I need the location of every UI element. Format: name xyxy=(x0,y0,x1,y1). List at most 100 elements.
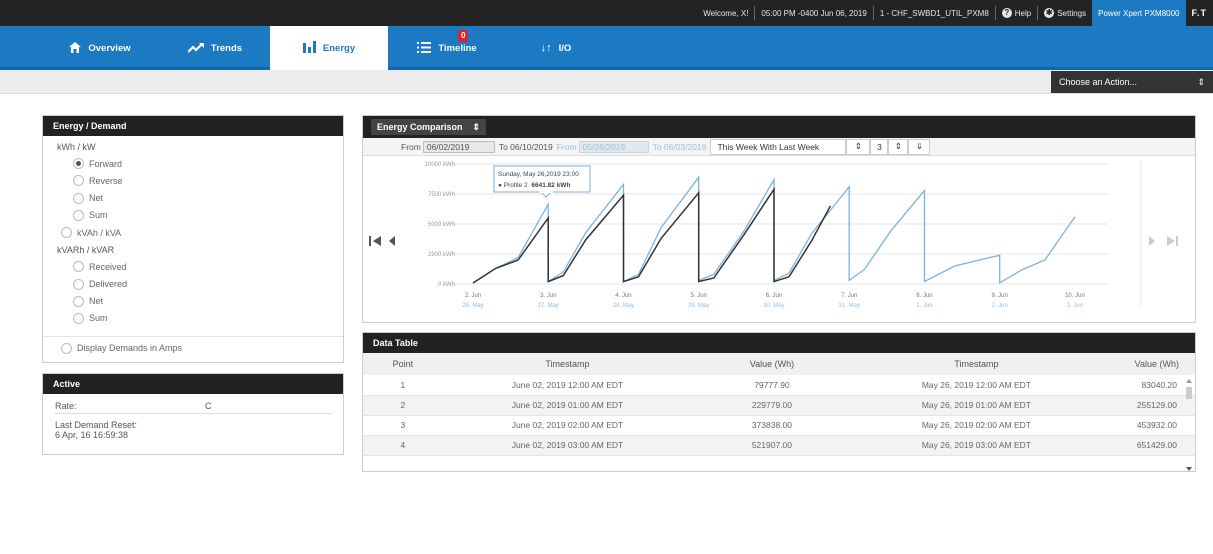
radio-button[interactable] xyxy=(61,342,72,354)
action-dropdown[interactable]: Choose an Action... ⇕ xyxy=(1051,71,1213,93)
chart-series xyxy=(472,175,1076,284)
x-tick-label: 4. Jun xyxy=(615,293,631,299)
date-filter-bar: From 06/02/2019 To 06/10/2019 From 05/26… xyxy=(363,138,1195,156)
count-value[interactable]: 3 xyxy=(870,138,889,155)
last-page-icon[interactable] xyxy=(1167,236,1178,246)
radio-demands-amps[interactable]: Display Demands in Amps xyxy=(43,336,343,359)
radio-net-kvar[interactable]: Net xyxy=(43,293,343,310)
to-label: To 06/10/2019 xyxy=(498,141,553,152)
x-tick-label: 5. Jun xyxy=(691,293,707,299)
x-tick-label-compare: 1. Jun xyxy=(916,303,932,309)
radio-label: Display Demands in Amps xyxy=(77,343,183,354)
help-icon: ? xyxy=(1001,8,1012,18)
column-header[interactable]: Value (Wh) xyxy=(1101,353,1195,375)
radio-label: Sum xyxy=(89,313,108,324)
radio-kvah[interactable]: kVAh / kVA xyxy=(43,224,343,241)
column-header[interactable]: Point xyxy=(363,353,443,375)
cell: May 26, 2019 12:00 AM EDT xyxy=(851,375,1102,396)
cell: May 26, 2019 01:00 AM EDT xyxy=(851,395,1102,416)
cell: June 02, 2019 03:00 AM EDT xyxy=(442,435,693,456)
chart-type-dropdown[interactable]: Energy Comparison ⇕ xyxy=(371,119,487,135)
cell: 2 xyxy=(363,395,443,416)
radio-forward[interactable]: Forward xyxy=(43,155,343,172)
help-button[interactable]: ? Help xyxy=(996,0,1037,26)
chart-type-label: Energy Comparison xyxy=(377,122,463,132)
tab-label: Timeline xyxy=(438,42,477,54)
prev-page-icon[interactable] xyxy=(389,236,395,246)
x-tick-label-compare: 27. May xyxy=(538,303,559,309)
radio-sum-kvar[interactable]: Sum xyxy=(43,310,343,327)
device-id-text: 1 - CHF_SWBD1_UTIL_PXM8 xyxy=(879,8,989,18)
table-row[interactable]: 2 June 02, 2019 01:00 AM EDT 229779.00 M… xyxy=(363,395,1195,416)
from-date-input[interactable]: 06/02/2019 xyxy=(422,140,495,153)
next-page-icon[interactable] xyxy=(1149,236,1155,246)
cell: 255129.00 xyxy=(1101,395,1195,416)
column-header[interactable]: Timestamp xyxy=(442,353,693,375)
cell: 83040.20 xyxy=(1101,375,1195,396)
table-row[interactable]: 4 June 02, 2019 03:00 AM EDT 521907.00 M… xyxy=(363,435,1195,456)
radio-button[interactable] xyxy=(73,175,84,187)
panel-title: Data Table xyxy=(363,333,1195,353)
period-label: This Week With Last Week xyxy=(717,141,820,152)
datetime-text: 05:00 PM -0400 Jun 06, 2019 xyxy=(761,8,867,18)
column-header[interactable]: Timestamp xyxy=(851,353,1102,375)
updown-arrows-icon[interactable]: ⇕ xyxy=(846,138,871,155)
period-dropdown[interactable]: This Week With Last Week xyxy=(710,138,847,155)
x-tick-label-compare: 3. Jun xyxy=(1067,303,1083,309)
radio-button[interactable] xyxy=(61,227,72,239)
radio-sum[interactable]: Sum xyxy=(43,207,343,224)
list-icon xyxy=(417,41,432,56)
x-tick-label-compare: 31. May xyxy=(839,303,860,309)
group-label-kvarh: kVARh / kVAR xyxy=(57,244,115,255)
radio-button[interactable] xyxy=(73,295,84,307)
home-icon xyxy=(69,41,82,56)
radio-button[interactable] xyxy=(73,158,84,170)
column-header[interactable]: Value (Wh) xyxy=(692,353,852,375)
radio-button[interactable] xyxy=(73,192,84,204)
table-row[interactable]: 1 June 02, 2019 12:00 AM EDT 79777.90 Ma… xyxy=(363,375,1195,396)
settings-button[interactable]: ✱ Settings xyxy=(1038,0,1092,26)
tab-overview[interactable]: Overview xyxy=(40,26,160,70)
table-row[interactable]: 3 June 02, 2019 02:00 AM EDT 373838.00 M… xyxy=(363,415,1195,436)
x-tick-label-compare: 26. May xyxy=(462,303,483,309)
x-tick-label: 7. Jun xyxy=(841,293,857,299)
radio-button[interactable] xyxy=(73,209,84,221)
data-table: Point Timestamp Value (Wh) Timestamp Val… xyxy=(363,353,1195,456)
tooltip-series: ● Profile 2 xyxy=(498,182,528,189)
y-tick-label: 0 kWh xyxy=(438,282,455,288)
cell: 79777.90 xyxy=(692,375,852,396)
x-tick-label: 3. Jun xyxy=(540,293,556,299)
radio-delivered[interactable]: Delivered xyxy=(43,276,343,293)
x-tick-label-compare: 28. May xyxy=(613,303,634,309)
energy-chart-panel: Energy Comparison ⇕ From 06/02/2019 To 0… xyxy=(362,115,1196,323)
radio-reverse[interactable]: Reverse xyxy=(43,172,343,189)
compare-from-date-input[interactable]: 05/26/2019 xyxy=(578,140,649,153)
radio-button[interactable] xyxy=(73,278,84,290)
radio-label: Forward xyxy=(89,158,123,169)
tab-energy[interactable]: Energy xyxy=(270,26,388,70)
energy-line-chart: 10000 kWh 7500 kWh 5000 kWh 2500 kWh 0 kWh 2… xyxy=(369,161,1178,309)
x-tick-label-compare: 30. May xyxy=(763,303,784,309)
download-icon[interactable]: ⇓ xyxy=(908,138,931,155)
table-scrollbar[interactable] xyxy=(1185,377,1193,472)
cell: May 26, 2019 03:00 AM EDT xyxy=(851,435,1102,456)
tab-label: I/O xyxy=(558,42,572,54)
first-page-icon[interactable] xyxy=(369,236,381,246)
cell: 373838.00 xyxy=(692,415,852,436)
updown-arrows-icon: ⇕ xyxy=(1197,76,1205,87)
tab-timeline[interactable]: 0 Timeline xyxy=(388,26,506,70)
radio-label: Net xyxy=(89,296,104,307)
radio-button[interactable] xyxy=(73,312,84,324)
radio-received[interactable]: Received xyxy=(43,258,343,275)
compare-to-label: To 06/03/2019 xyxy=(652,141,707,152)
radio-button[interactable] xyxy=(73,261,84,273)
radio-label: Delivered xyxy=(89,279,128,290)
help-label: Help xyxy=(1014,8,1032,18)
updown-arrows-icon: ⇕ xyxy=(472,121,481,132)
radio-label: Reverse xyxy=(89,175,123,186)
tab-io[interactable]: ↓↑ I/O xyxy=(506,26,606,70)
updown-arrows-icon[interactable]: ⇕ xyxy=(888,138,909,155)
tab-trends[interactable]: Trends xyxy=(160,26,270,70)
cell: 229779.00 xyxy=(692,395,852,416)
radio-net[interactable]: Net xyxy=(43,190,343,207)
